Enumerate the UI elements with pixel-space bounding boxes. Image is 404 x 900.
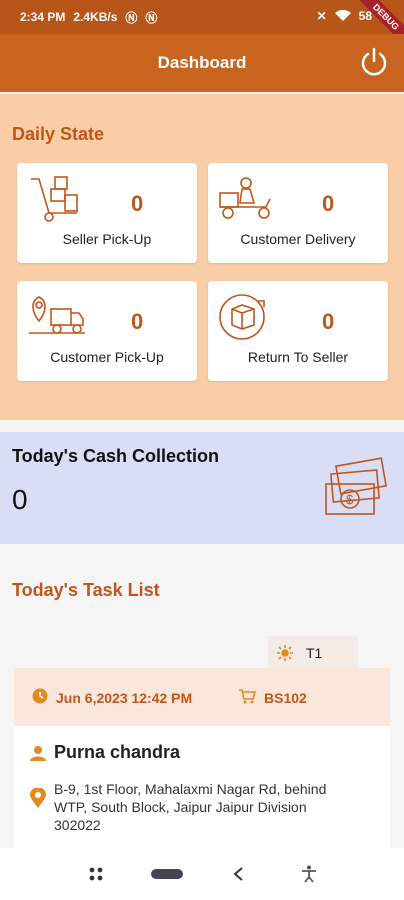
home-pill-icon <box>150 869 183 879</box>
customer-address-row: B-9, 1st Floor, Mahalaxmi Nagar Rd, behi… <box>30 780 354 834</box>
tab-t1-label: T1 <box>306 645 323 661</box>
location-truck-icon <box>29 296 85 334</box>
task-card[interactable]: Jun 6,2023 12:42 PM BS102 Purna chandra … <box>14 668 390 848</box>
wifi-icon <box>334 10 351 21</box>
task-list-section: Today's Task List T1 Jun 6,2023 12:42 PM <box>0 544 404 848</box>
task-list-title: Today's Task List <box>12 580 160 600</box>
system-nav-bar <box>0 848 404 900</box>
page-title: Dashboard <box>157 53 247 72</box>
cash-collection-title: Today's Cash Collection <box>12 446 219 466</box>
circle-n-icon: Ⓝ <box>125 10 138 25</box>
customer-pickup-count: 0 <box>131 309 144 334</box>
customer-address: B-9, 1st Floor, Mahalaxmi Nagar Rd, behi… <box>54 781 327 833</box>
daily-state-title: Daily State <box>12 124 105 144</box>
return-to-seller-label: Return To Seller <box>247 349 349 365</box>
back-chevron-icon <box>232 867 243 881</box>
customer-delivery-label: Customer Delivery <box>240 231 356 247</box>
seller-pickup-label: Seller Pick-Up <box>62 231 152 247</box>
tab-t1[interactable]: T1 <box>268 636 358 670</box>
delivery-scooter-icon <box>219 177 271 219</box>
location-pin-icon <box>30 788 46 808</box>
return-to-seller-count: 0 <box>322 309 335 334</box>
cash-collection-amount: 0 <box>12 484 28 515</box>
back-button[interactable] <box>218 859 258 889</box>
customer-pickup-card[interactable]: 0 Customer Pick-Up <box>17 281 197 381</box>
customer-delivery-count: 0 <box>322 191 335 216</box>
seller-pickup-count: 0 <box>131 191 144 216</box>
person-icon <box>30 745 46 761</box>
cash-collection-section[interactable]: Today's Cash Collection 0 $ <box>0 432 404 544</box>
seller-pickup-card[interactable]: 0 Seller Pick-Up <box>17 163 197 263</box>
task-date: Jun 6,2023 12:42 PM <box>56 690 193 706</box>
svg-text:$: $ <box>346 492 354 507</box>
return-to-seller-card[interactable]: 0 Return To Seller <box>208 281 388 381</box>
apps-grid-button[interactable] <box>76 859 116 889</box>
x-icon: ✕ <box>316 9 327 23</box>
accessibility-icon <box>301 865 316 883</box>
customer-name-row: Purna chandra <box>30 742 180 763</box>
cart-icon <box>239 689 256 704</box>
power-icon[interactable] <box>358 46 390 78</box>
customer-delivery-card[interactable]: 0 Customer Delivery <box>208 163 388 263</box>
customer-name: Purna chandra <box>54 742 181 762</box>
status-speed: 2.4KB/s <box>73 10 118 24</box>
apps-grid-icon <box>89 867 102 881</box>
status-bar: 2:34 PM 2.4KB/s Ⓝ Ⓝ ✕ 58 DEBUG <box>0 0 404 51</box>
accessibility-button[interactable] <box>289 859 329 889</box>
daily-state-section: Daily State 0 Seller Pick-Up 0 Customer … <box>0 94 404 420</box>
task-code: BS102 <box>264 690 307 706</box>
status-time: 2:34 PM <box>20 10 66 24</box>
clock-icon <box>32 688 48 704</box>
customer-pickup-label: Customer Pick-Up <box>50 349 164 365</box>
sun-icon <box>277 645 293 661</box>
return-box-icon <box>219 294 265 340</box>
cash-stack-icon: $ <box>325 457 388 515</box>
app-bar: Dashboard <box>0 34 404 92</box>
home-button[interactable] <box>147 859 187 889</box>
hand-truck-icon <box>31 176 78 222</box>
task-header: Jun 6,2023 12:42 PM BS102 <box>14 668 390 726</box>
circle-n-icon-2: Ⓝ <box>145 10 158 25</box>
